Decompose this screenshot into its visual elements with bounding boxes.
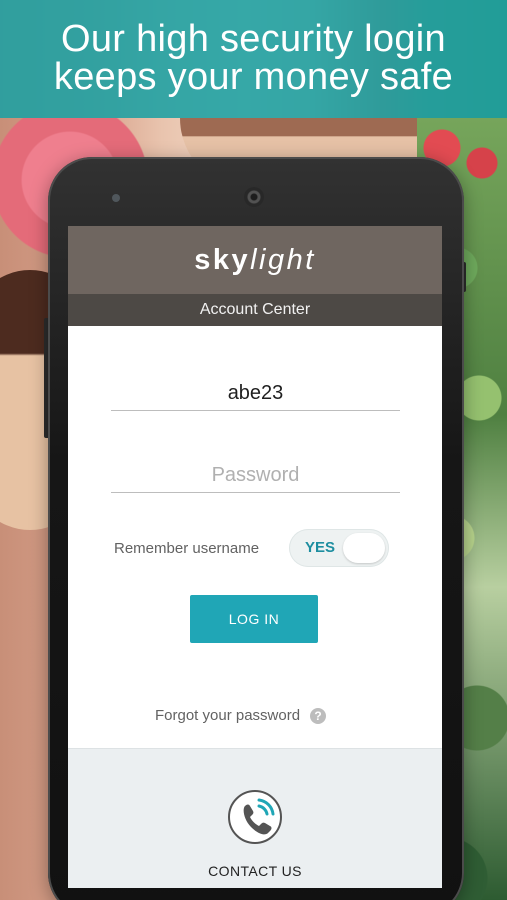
phone-speaker [244, 187, 264, 207]
brand-logo-bold: sky [194, 243, 251, 276]
remember-username-label: Remember username [114, 540, 260, 557]
phone-call-icon-graphic [243, 798, 275, 835]
phone-call-icon[interactable] [228, 790, 282, 844]
forgot-password-link[interactable]: Forgot your password ? [155, 707, 327, 724]
contact-us-label[interactable]: CONTACT US [68, 863, 442, 879]
banner-line-2: keeps your money safe [53, 56, 454, 98]
app-header: sky light [68, 226, 442, 294]
remember-username-toggle[interactable]: YES [289, 529, 389, 567]
help-question-icon[interactable]: ? [310, 707, 327, 724]
login-button[interactable]: LOG IN [190, 595, 318, 643]
username-input[interactable] [111, 376, 400, 411]
brand-logo-light: light [250, 243, 316, 276]
contact-panel: CONTACT US [68, 748, 442, 888]
toggle-state-text: YES [305, 539, 336, 556]
account-center-title: Account Center [68, 294, 442, 326]
banner-line-1: Our high security login [61, 18, 446, 60]
promo-banner: Our high security login keeps your money… [0, 0, 507, 118]
forgot-password-label: Forgot your password [155, 707, 301, 724]
toggle-knob [343, 533, 385, 563]
password-input[interactable] [111, 458, 400, 493]
app-screenshot: Our high security login keeps your money… [0, 0, 507, 900]
phone-camera [112, 194, 120, 202]
login-app: sky light Account Center Remember userna… [68, 226, 442, 888]
